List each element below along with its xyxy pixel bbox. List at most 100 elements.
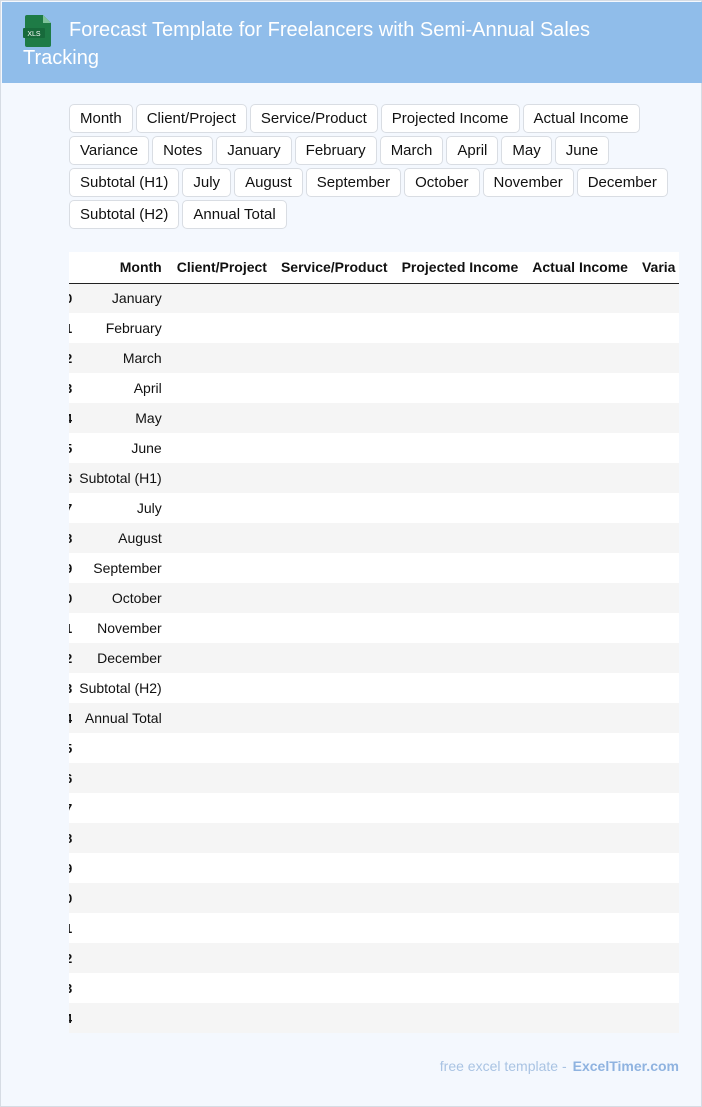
empty-cell[interactable]: [394, 703, 526, 733]
empty-cell[interactable]: [169, 883, 274, 913]
column-chip[interactable]: Subtotal (H2): [69, 200, 180, 229]
empty-cell[interactable]: [525, 823, 635, 853]
empty-cell[interactable]: [394, 793, 526, 823]
empty-cell[interactable]: [634, 763, 679, 793]
empty-cell[interactable]: [273, 403, 395, 433]
empty-cell[interactable]: [525, 703, 635, 733]
empty-cell[interactable]: [273, 493, 395, 523]
empty-cell[interactable]: [634, 1003, 679, 1033]
empty-cell[interactable]: [394, 823, 526, 853]
empty-cell[interactable]: [525, 313, 635, 343]
empty-cell[interactable]: [169, 733, 274, 763]
empty-cell[interactable]: [634, 493, 679, 523]
empty-cell[interactable]: [394, 1003, 526, 1033]
table-row[interactable]: 0January: [69, 283, 679, 313]
empty-cell[interactable]: [525, 343, 635, 373]
table-row[interactable]: 3Subtotal (H2): [69, 673, 679, 703]
empty-cell[interactable]: [169, 523, 274, 553]
column-chip[interactable]: November: [482, 168, 574, 197]
empty-cell[interactable]: [169, 493, 274, 523]
empty-cell[interactable]: [634, 283, 679, 313]
empty-cell[interactable]: [169, 703, 274, 733]
empty-cell[interactable]: [525, 553, 635, 583]
empty-cell[interactable]: [273, 793, 395, 823]
empty-cell[interactable]: [525, 373, 635, 403]
empty-cell[interactable]: [394, 523, 526, 553]
table-row[interactable]: 0October: [69, 583, 679, 613]
empty-cell[interactable]: [634, 973, 679, 1003]
empty-cell[interactable]: [634, 853, 679, 883]
empty-cell[interactable]: [394, 943, 526, 973]
empty-cell[interactable]: [273, 673, 395, 703]
empty-cell[interactable]: [273, 523, 395, 553]
empty-cell[interactable]: [273, 973, 395, 1003]
column-header[interactable]: Month: [72, 252, 170, 284]
empty-cell[interactable]: [169, 553, 274, 583]
empty-cell[interactable]: [169, 433, 274, 463]
column-chip[interactable]: September: [305, 168, 402, 197]
table-row[interactable]: 6Subtotal (H1): [69, 463, 679, 493]
empty-cell[interactable]: [394, 463, 526, 493]
column-chip[interactable]: Variance: [69, 136, 150, 165]
empty-cell[interactable]: [634, 553, 679, 583]
empty-cell[interactable]: [634, 883, 679, 913]
empty-cell[interactable]: [394, 403, 526, 433]
empty-cell[interactable]: [525, 283, 635, 313]
column-chip[interactable]: Service/Product: [249, 104, 378, 133]
table-row[interactable]: 1February: [69, 313, 679, 343]
empty-cell[interactable]: [394, 373, 526, 403]
empty-cell[interactable]: [525, 793, 635, 823]
empty-cell[interactable]: [169, 673, 274, 703]
column-header[interactable]: Actual Income: [525, 252, 635, 284]
empty-cell[interactable]: [169, 583, 274, 613]
empty-cell[interactable]: [634, 343, 679, 373]
empty-cell[interactable]: [634, 823, 679, 853]
column-chip[interactable]: April: [446, 136, 499, 165]
empty-cell[interactable]: [273, 553, 395, 583]
empty-cell[interactable]: [525, 733, 635, 763]
column-chip[interactable]: March: [379, 136, 444, 165]
empty-cell[interactable]: [634, 793, 679, 823]
column-chip[interactable]: August: [234, 168, 303, 197]
empty-cell[interactable]: [273, 943, 395, 973]
column-chip[interactable]: Annual Total: [182, 200, 287, 229]
column-chip[interactable]: February: [294, 136, 377, 165]
empty-cell[interactable]: [394, 583, 526, 613]
table-row[interactable]: 7July: [69, 493, 679, 523]
empty-cell[interactable]: [634, 403, 679, 433]
column-chip[interactable]: January: [216, 136, 292, 165]
empty-cell[interactable]: [169, 613, 274, 643]
table-row[interactable]: 4May: [69, 403, 679, 433]
table-row[interactable]: 8: [69, 823, 679, 853]
table-row[interactable]: 3: [69, 973, 679, 1003]
empty-cell[interactable]: [273, 583, 395, 613]
empty-cell[interactable]: [634, 313, 679, 343]
empty-cell[interactable]: [525, 943, 635, 973]
column-chip[interactable]: July: [182, 168, 232, 197]
empty-cell[interactable]: [634, 703, 679, 733]
empty-cell[interactable]: [273, 373, 395, 403]
empty-cell[interactable]: [169, 643, 274, 673]
table-row[interactable]: 5June: [69, 433, 679, 463]
empty-cell[interactable]: [394, 433, 526, 463]
table-row[interactable]: 4Annual Total: [69, 703, 679, 733]
table-row[interactable]: 9: [69, 853, 679, 883]
empty-cell[interactable]: [394, 913, 526, 943]
table-row[interactable]: 5: [69, 733, 679, 763]
empty-cell[interactable]: [634, 583, 679, 613]
empty-cell[interactable]: [525, 523, 635, 553]
empty-cell[interactable]: [634, 913, 679, 943]
empty-cell[interactable]: [273, 733, 395, 763]
table-row[interactable]: 3April: [69, 373, 679, 403]
empty-cell[interactable]: [169, 793, 274, 823]
column-chip[interactable]: Notes: [152, 136, 214, 165]
empty-cell[interactable]: [394, 763, 526, 793]
empty-cell[interactable]: [394, 853, 526, 883]
empty-cell[interactable]: [525, 883, 635, 913]
empty-cell[interactable]: [634, 673, 679, 703]
empty-cell[interactable]: [169, 283, 274, 313]
table-row[interactable]: 7: [69, 793, 679, 823]
empty-cell[interactable]: [394, 673, 526, 703]
empty-cell[interactable]: [634, 733, 679, 763]
table-row[interactable]: 8August: [69, 523, 679, 553]
